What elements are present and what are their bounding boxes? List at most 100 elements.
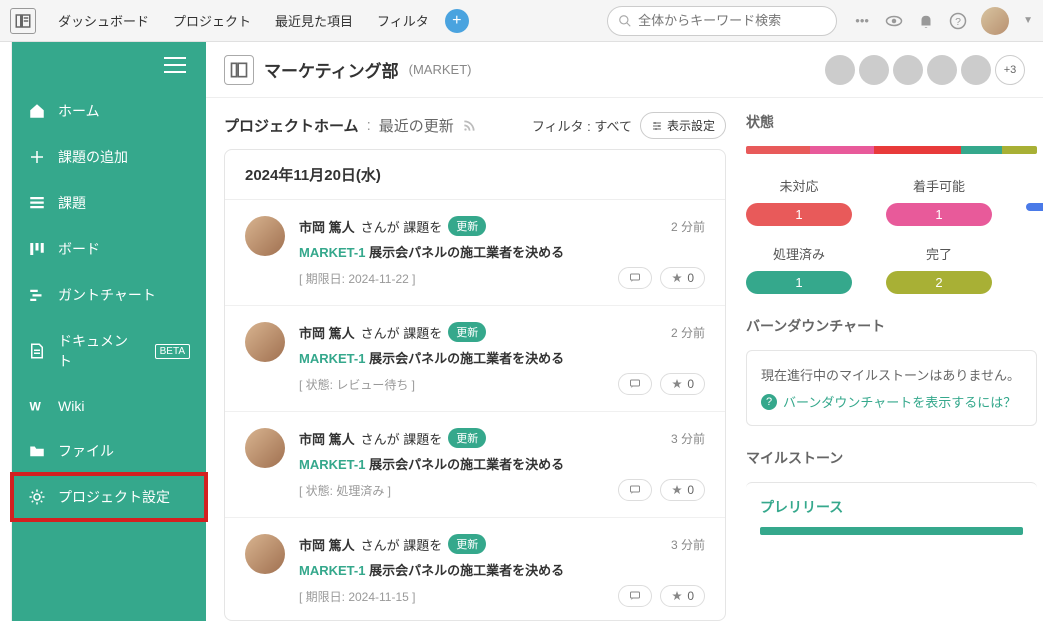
comment-button[interactable] (618, 479, 652, 501)
member-avatar[interactable] (859, 55, 889, 85)
question-icon: ? (761, 394, 777, 410)
sidebar-item-issues[interactable]: 課題 (12, 180, 206, 226)
menu-toggle[interactable] (12, 42, 206, 88)
member-avatar[interactable] (961, 55, 991, 85)
star-button[interactable]: 0 (660, 267, 705, 289)
member-avatar[interactable] (927, 55, 957, 85)
help-icon[interactable]: ? (949, 12, 967, 30)
star-button[interactable]: 0 (660, 373, 705, 395)
user-avatar[interactable] (981, 7, 1009, 35)
status-item[interactable]: 着手可能1 (886, 176, 992, 226)
burndown-help-link[interactable]: ? バーンダウンチャートを表示するには？ (761, 392, 1022, 411)
sidebar-item-settings[interactable]: プロジェクト設定 (12, 474, 206, 520)
status-item[interactable]: 処理済み1 (746, 244, 852, 294)
sidebar-item-wiki[interactable]: W Wiki (12, 384, 206, 428)
activity-meta: [ 期限日: 2024-11-15 ] (299, 588, 416, 605)
status-item[interactable]: 処 (1026, 176, 1043, 226)
comment-button[interactable] (618, 373, 652, 395)
sidebar-item-label: 課題の追加 (58, 147, 128, 167)
update-badge: 更新 (448, 428, 486, 448)
member-more[interactable]: +3 (995, 55, 1025, 85)
activity-item[interactable]: 市岡 篤人 さんが 課題を更新 3 分前 MARKET-1 展示会パネルの施工業… (225, 412, 725, 518)
sidebar-item-file[interactable]: ファイル (12, 428, 206, 474)
activity-time: 3 分前 (671, 536, 705, 553)
star-button[interactable]: 0 (660, 479, 705, 501)
right-panel: 状態 未対応1着手可能1処 処理済み1完了2 バーンダウンチャート 現在進行中の… (746, 112, 1043, 621)
global-search[interactable] (607, 6, 837, 36)
comment-button[interactable] (618, 585, 652, 607)
feed-heading: プロジェクトホーム (224, 115, 359, 136)
status-count: 2 (886, 271, 992, 294)
project-icon (224, 55, 254, 85)
actor-avatar[interactable] (245, 428, 285, 468)
activity-item[interactable]: 市岡 篤人 さんが 課題を更新 3 分前 MARKET-1 展示会パネルの施工業… (225, 518, 725, 621)
nav-recent[interactable]: 最近見た項目 (265, 5, 363, 36)
issue-link[interactable]: MARKET-1 展示会パネルの施工業者を決める (299, 454, 705, 473)
rss-icon[interactable] (462, 119, 476, 133)
panel-title: バーンダウンチャート (746, 316, 1037, 336)
milestone-panel: マイルストーン プレリリース (746, 448, 1037, 549)
sidebar-item-label: ホーム (58, 101, 100, 121)
actor-avatar[interactable] (245, 322, 285, 362)
search-input[interactable] (638, 13, 826, 28)
status-segment (874, 146, 961, 154)
status-count: 1 (746, 203, 852, 226)
top-icons: ••• ? ▼ (853, 7, 1033, 35)
update-badge: 更新 (448, 534, 486, 554)
activity-text: 市岡 篤人 さんが 課題を更新 (299, 216, 486, 236)
watch-icon[interactable] (885, 12, 903, 30)
sidebar-item-add-issue[interactable]: 課題の追加 (12, 134, 206, 180)
add-button[interactable]: + (445, 9, 469, 33)
svg-text:W: W (30, 400, 42, 414)
wiki-icon: W (28, 397, 46, 415)
issue-link[interactable]: MARKET-1 展示会パネルの施工業者を決める (299, 560, 705, 579)
sidebar-item-label: ガントチャート (58, 285, 156, 305)
project-title: マーケティング部 (264, 57, 399, 82)
topbar: ダッシュボード プロジェクト 最近見た項目 フィルタ + ••• ? ▼ (0, 0, 1043, 42)
panel-title: マイルストーン (746, 448, 1037, 468)
issue-link[interactable]: MARKET-1 展示会パネルの施工業者を決める (299, 242, 705, 261)
project-header: マーケティング部 (MARKET) +3 (206, 42, 1043, 98)
project-key: (MARKET) (409, 62, 472, 77)
milestone-item[interactable]: プレリリース (746, 482, 1037, 549)
activity-item[interactable]: 市岡 篤人 さんが 課題を更新 2 分前 MARKET-1 展示会パネルの施工業… (225, 306, 725, 412)
gantt-icon (28, 286, 46, 304)
status-item[interactable]: 未対応 1 (746, 176, 852, 226)
star-button[interactable]: 0 (660, 585, 705, 607)
activity-item[interactable]: 市岡 篤人 さんが 課題を更新 2 分前 MARKET-1 展示会パネルの施工業… (225, 200, 725, 306)
sidebar-item-gantt[interactable]: ガントチャート (12, 272, 206, 318)
sidebar-item-document[interactable]: ドキュメント BETA (12, 318, 206, 384)
sidebar-item-board[interactable]: ボード (12, 226, 206, 272)
member-avatar[interactable] (893, 55, 923, 85)
sidebar-item-label: 課題 (58, 193, 86, 213)
status-label: 未対応 (746, 176, 852, 195)
filter-label: フィルタ : すべて (532, 116, 632, 135)
nav-filter[interactable]: フィルタ (367, 5, 439, 36)
day-card: 2024年11月20日(水) 市岡 篤人 さんが 課題を更新 2 分前 MARK… (224, 149, 726, 621)
milestone-name: プレリリース (760, 497, 1023, 517)
chevron-down-icon[interactable]: ▼ (1023, 15, 1033, 26)
status-item[interactable]: 完了2 (886, 244, 992, 294)
milestone-progress (760, 527, 1023, 535)
activity-text: 市岡 篤人 さんが 課題を更新 (299, 428, 486, 448)
nav-project[interactable]: プロジェクト (163, 5, 261, 36)
activity-text: 市岡 篤人 さんが 課題を更新 (299, 322, 486, 342)
display-settings-button[interactable]: 表示設定 (640, 112, 726, 139)
top-nav: ダッシュボード プロジェクト 最近見た項目 フィルタ (48, 5, 439, 36)
svg-text:?: ? (955, 15, 961, 27)
bell-icon[interactable] (917, 12, 935, 30)
sidebar: ホーム 課題の追加 課題 ボード ガントチャート ドキュメント BETA W W… (12, 42, 206, 621)
main: マーケティング部 (MARKET) +3 プロジェクトホーム : 最近の更新 (206, 42, 1043, 621)
sidebar-item-home[interactable]: ホーム (12, 88, 206, 134)
nav-dashboard[interactable]: ダッシュボード (48, 5, 159, 36)
status-label: 処 (1026, 176, 1043, 195)
comment-button[interactable] (618, 267, 652, 289)
more-icon[interactable]: ••• (853, 12, 871, 30)
actor-avatar[interactable] (245, 216, 285, 256)
app-logo[interactable] (10, 8, 36, 34)
gear-icon (28, 488, 46, 506)
issue-link[interactable]: MARKET-1 展示会パネルの施工業者を決める (299, 348, 705, 367)
actor-avatar[interactable] (245, 534, 285, 574)
member-avatar[interactable] (825, 55, 855, 85)
status-segment (961, 146, 1002, 154)
